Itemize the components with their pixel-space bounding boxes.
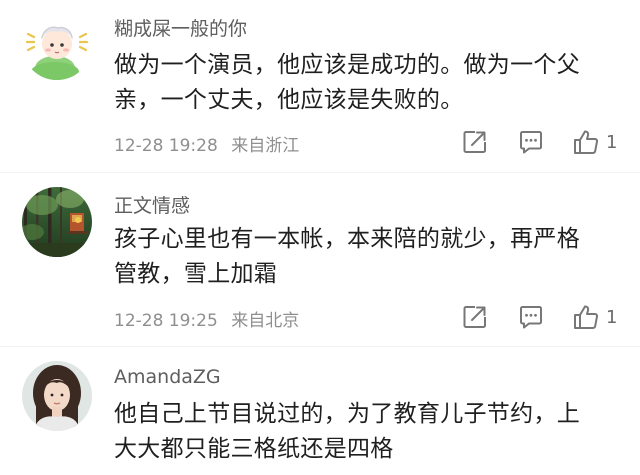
comment-meta: 12-28 19:28 来自浙江 <box>114 131 299 156</box>
like-count: 1 <box>606 131 618 153</box>
share-icon <box>463 131 486 153</box>
comment-line: 大大都只能三格纸还是四格 <box>114 436 394 462</box>
avatar[interactable] <box>22 361 92 431</box>
comment-line: 管教，雪上加霜 <box>114 261 278 287</box>
comment-line: 亲，一个丈夫，他应该是失败的。 <box>114 87 464 113</box>
like-count: 1 <box>606 306 618 328</box>
comment-text: 孩子心里也有一本帐，本来陪的就少，再严格 管教，雪上加霜 <box>114 222 614 292</box>
thumbs-up-icon <box>574 305 599 329</box>
reply-button[interactable] <box>518 300 544 334</box>
comment-text: 他自己上节目说过的，为了教育儿子节约，上 大大都只能三格纸还是四格 <box>114 397 614 467</box>
comment-meta: 12-28 19:25 来自北京 <box>114 306 299 331</box>
comment-item: AmandaZG 他自己上节目说过的，为了教育儿子节约，上 大大都只能三格纸还是… <box>0 347 640 475</box>
cartoon-boy-avatar-icon <box>22 10 92 80</box>
comment-text: 做为一个演员，他应该是成功的。做为一个父 亲，一个丈夫，他应该是失败的。 <box>114 48 614 118</box>
username[interactable]: AmandaZG <box>114 366 221 388</box>
username[interactable]: 正文情感 <box>114 191 190 218</box>
share-button[interactable] <box>462 125 488 159</box>
woman-portrait-avatar-icon <box>22 361 92 431</box>
comment-time: 12-28 19:25 <box>114 311 218 331</box>
like-button[interactable]: 1 <box>572 125 617 159</box>
thumbs-up-icon <box>574 130 599 154</box>
comment-item: 糊成屎一般的你 做为一个演员，他应该是成功的。做为一个父 亲，一个丈夫，他应该是… <box>0 0 640 170</box>
username[interactable]: 糊成屎一般的你 <box>114 14 247 41</box>
comment-actions: 1 <box>456 125 636 159</box>
comment-icon <box>520 131 542 154</box>
avatar[interactable] <box>22 10 92 80</box>
comment-line: 孩子心里也有一本帐，本来陪的就少，再严格 <box>114 226 580 252</box>
share-icon <box>463 306 486 328</box>
share-button[interactable] <box>462 300 488 334</box>
comment-location: 来自浙江 <box>231 136 300 156</box>
comment-location: 来自北京 <box>231 311 300 331</box>
comment-time: 12-28 19:28 <box>114 136 218 156</box>
comment-line: 做为一个演员，他应该是成功的。做为一个父 <box>114 52 580 78</box>
comment-line: 他自己上节目说过的，为了教育儿子节约，上 <box>114 401 580 427</box>
like-button[interactable]: 1 <box>572 300 617 334</box>
reply-button[interactable] <box>518 125 544 159</box>
forest-photo-avatar-icon <box>22 187 92 257</box>
comment-icon <box>520 306 542 329</box>
avatar[interactable] <box>22 187 92 257</box>
comment-item: 正文情感 孩子心里也有一本帐，本来陪的就少，再严格 管教，雪上加霜 12-28 … <box>0 173 640 345</box>
comment-actions: 1 <box>456 300 636 334</box>
